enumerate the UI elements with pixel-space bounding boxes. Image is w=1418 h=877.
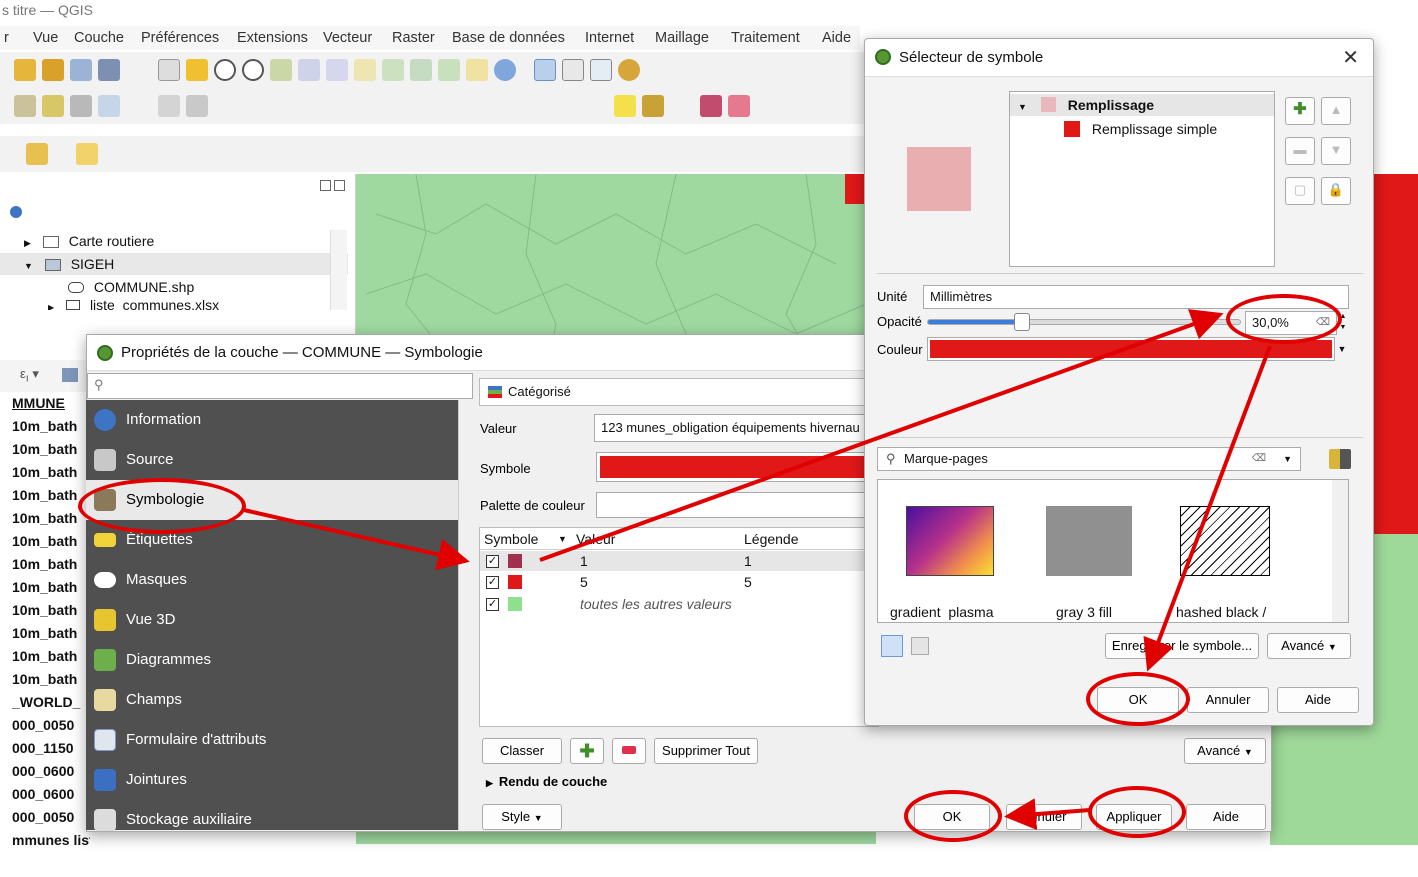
arrow-table-to-opacity [539,309,1224,562]
arrow-opacity-to-selector-ok [1143,345,1272,672]
arrow-apply-to-ok [1004,798,1091,831]
arrow-symbologie-to-table [243,508,470,571]
annotation-arrows [243,309,1272,831]
